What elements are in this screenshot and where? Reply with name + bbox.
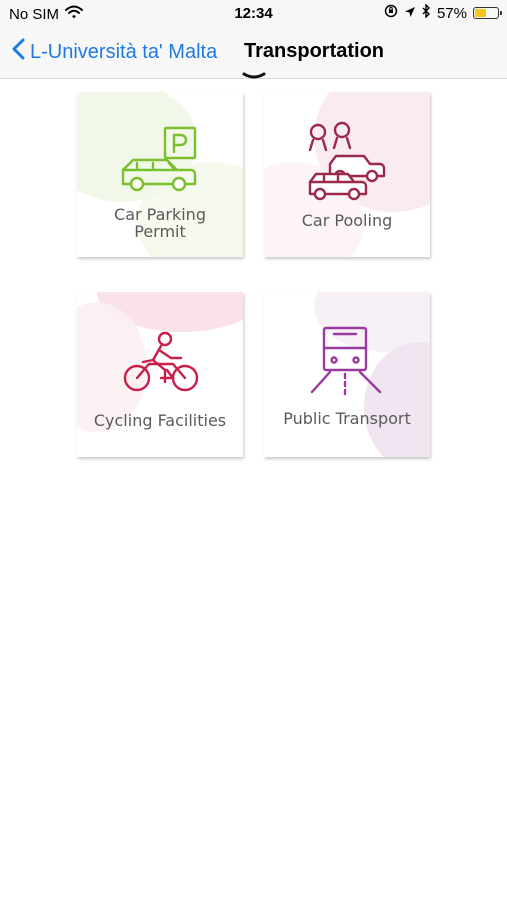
tile-public-transport[interactable]: Public Transport [264, 292, 430, 457]
bluetooth-icon [422, 3, 431, 22]
page-title: Transportation [244, 40, 385, 62]
back-button-label: L-Università ta' Malta [30, 40, 218, 63]
car-pooling-icon [308, 121, 386, 201]
navigation-bar: L-Università ta' Malta Transportation [0, 28, 507, 79]
tile-car-pooling[interactable]: Car Pooling [264, 92, 430, 257]
tile-label: Public Transport [283, 409, 411, 428]
tile-label: Car Pooling [301, 211, 393, 230]
location-arrow-icon [404, 5, 416, 22]
transportation-screen: No SIM 12:34 57% L-Università ta' Malta … [0, 0, 507, 900]
bicycle-icon [123, 331, 199, 392]
orientation-lock-icon [384, 4, 398, 22]
status-right-group: 57% [384, 3, 502, 22]
status-bar: No SIM 12:34 57% [0, 0, 507, 28]
battery-percent: 57% [436, 4, 467, 22]
tile-label: Car Parking Permit [114, 205, 206, 241]
car-parking-icon [121, 126, 197, 192]
battery-icon [473, 7, 502, 19]
train-icon [310, 326, 382, 396]
title-dropdown-icon[interactable] [242, 68, 266, 86]
tile-cycling-facilities[interactable]: Cycling Facilities [77, 292, 243, 457]
chevron-left-icon [12, 38, 25, 66]
back-button[interactable]: L-Università ta' Malta [12, 38, 217, 66]
tile-label: Cycling Facilities [93, 411, 227, 430]
tile-car-parking-permit[interactable]: Car Parking Permit [77, 92, 243, 257]
battery-fill [475, 9, 487, 17]
